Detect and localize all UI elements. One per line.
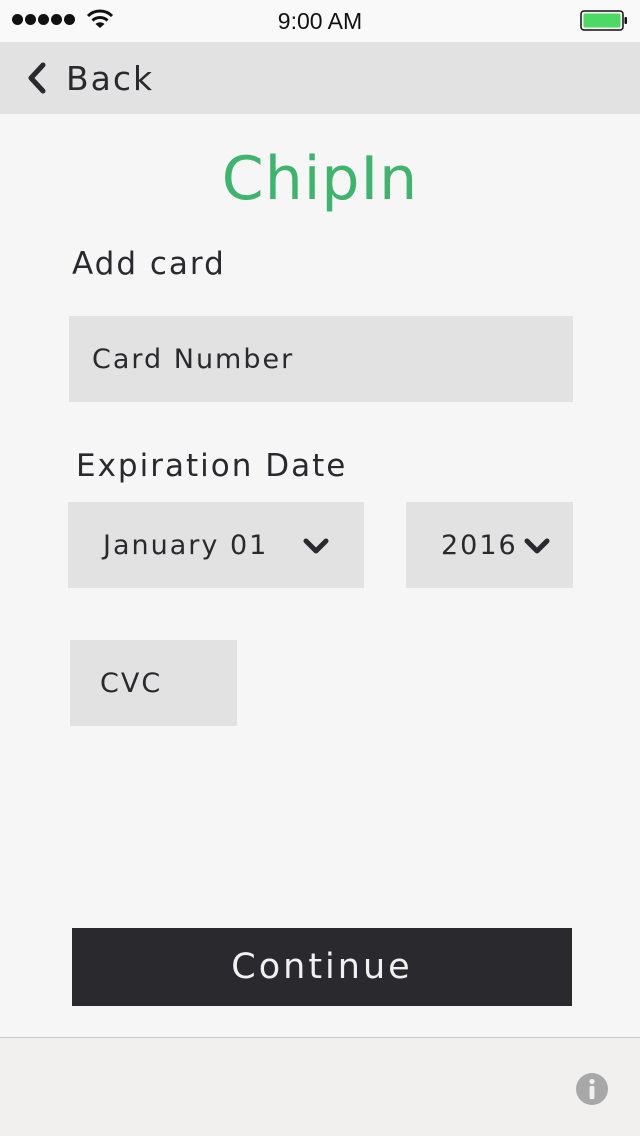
chevron-left-icon bbox=[28, 62, 46, 94]
status-bar: 9:00 AM bbox=[0, 0, 640, 42]
chevron-down-icon bbox=[303, 538, 329, 554]
year-value: 2016 bbox=[441, 529, 518, 561]
cvc-field[interactable]: CVC bbox=[70, 640, 237, 726]
back-label: Back bbox=[66, 58, 155, 98]
year-select[interactable]: 2016 bbox=[406, 502, 573, 588]
battery-icon bbox=[580, 10, 627, 31]
month-value: January 01 bbox=[103, 529, 269, 561]
bottom-toolbar bbox=[0, 1037, 640, 1136]
status-time: 9:00 AM bbox=[277, 8, 363, 34]
navigation-bar: Back bbox=[0, 42, 640, 114]
continue-button[interactable]: Continue bbox=[72, 928, 572, 1006]
info-icon[interactable] bbox=[575, 1072, 609, 1106]
back-button[interactable]: Back bbox=[24, 56, 154, 100]
expiration-date-heading: Expiration Date bbox=[76, 448, 348, 484]
card-number-placeholder: Card Number bbox=[92, 343, 295, 375]
card-number-field[interactable]: Card Number bbox=[69, 316, 573, 402]
cvc-placeholder: CVC bbox=[100, 667, 163, 699]
app-title: ChipIn bbox=[221, 144, 419, 214]
add-card-heading: Add card bbox=[72, 246, 226, 282]
chevron-down-icon bbox=[524, 538, 550, 554]
month-select[interactable]: January 01 bbox=[68, 502, 364, 588]
